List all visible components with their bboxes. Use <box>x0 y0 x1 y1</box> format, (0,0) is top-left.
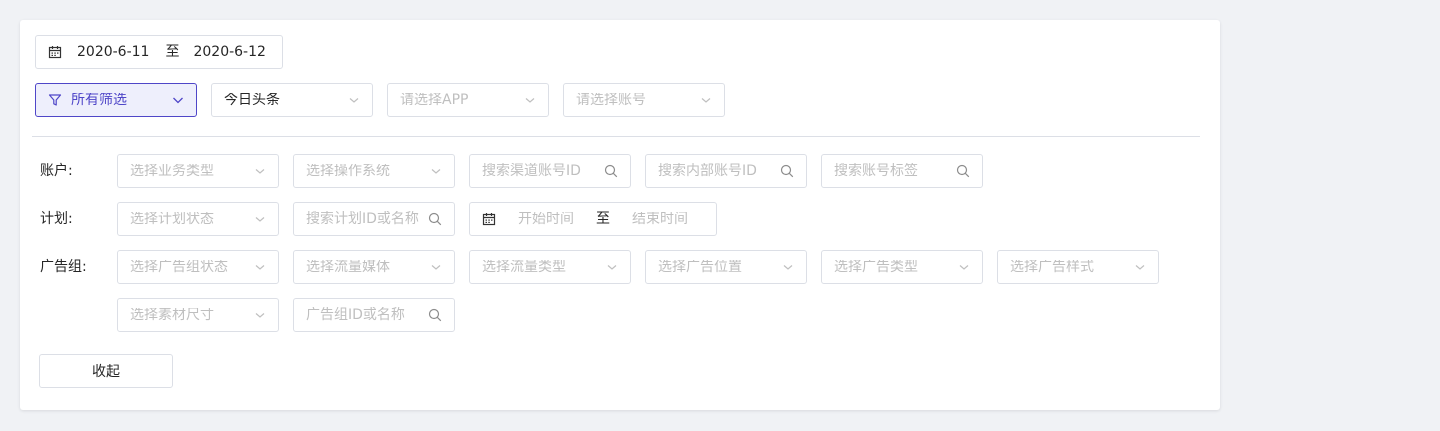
search-icon[interactable] <box>956 164 970 178</box>
ad-style-placeholder: 选择广告样式 <box>1010 260 1094 274</box>
date-range-picker[interactable]: 2020-6-11 至 2020-6-12 <box>35 35 283 69</box>
account-select[interactable]: 请选择账号 <box>563 83 725 117</box>
media-select[interactable]: 今日头条 <box>211 83 373 117</box>
os-select-placeholder: 选择操作系统 <box>306 164 390 178</box>
app-select[interactable]: 请选择APP <box>387 83 549 117</box>
chevron-down-icon <box>254 309 266 321</box>
chevron-down-icon <box>172 94 184 106</box>
date-separator: 至 <box>165 44 180 60</box>
search-icon[interactable] <box>780 164 794 178</box>
app-select-placeholder: 请选择APP <box>400 93 469 107</box>
chevron-down-icon <box>958 261 970 273</box>
material-size-select[interactable]: 选择素材尺寸 <box>117 298 279 332</box>
chevron-down-icon <box>700 94 712 106</box>
chevron-down-icon <box>1134 261 1146 273</box>
account-select-placeholder: 请选择账号 <box>576 93 646 107</box>
divider <box>32 136 1200 137</box>
adgroup-search[interactable] <box>293 298 455 332</box>
calendar-icon <box>482 212 496 226</box>
account-row-label: 账户: <box>40 163 73 179</box>
chevron-down-icon <box>430 165 442 177</box>
account-tag-search[interactable] <box>821 154 983 188</box>
plan-row-label: 计划: <box>40 211 73 227</box>
all-filters-button[interactable]: 所有筛选 <box>35 83 197 117</box>
chevron-down-icon <box>348 94 360 106</box>
business-type-select[interactable]: 选择业务类型 <box>117 154 279 188</box>
plan-search[interactable] <box>293 202 455 236</box>
internal-account-search[interactable] <box>645 154 807 188</box>
account-tag-search-input[interactable] <box>834 163 956 179</box>
chevron-down-icon <box>254 165 266 177</box>
adgroup-row-label: 广告组: <box>40 259 87 275</box>
chevron-down-icon <box>254 213 266 225</box>
search-icon[interactable] <box>428 308 442 322</box>
filter-panel: 2020-6-11 至 2020-6-12 所有筛选 今日头条 请选择APP 请… <box>20 20 1220 410</box>
business-type-placeholder: 选择业务类型 <box>130 164 214 178</box>
time-end-placeholder[interactable]: 结束时间 <box>632 212 688 226</box>
chevron-down-icon <box>606 261 618 273</box>
adgroup-status-select[interactable]: 选择广告组状态 <box>117 250 279 284</box>
os-select[interactable]: 选择操作系统 <box>293 154 455 188</box>
collapse-button[interactable]: 收起 <box>39 354 173 388</box>
media-select-value: 今日头条 <box>224 93 280 107</box>
ad-position-select[interactable]: 选择广告位置 <box>645 250 807 284</box>
chevron-down-icon <box>524 94 536 106</box>
date-end[interactable]: 2020-6-12 <box>193 45 265 59</box>
time-start-placeholder[interactable]: 开始时间 <box>518 212 574 226</box>
traffic-media-placeholder: 选择流量媒体 <box>306 260 390 274</box>
search-icon[interactable] <box>428 212 442 226</box>
plan-search-input[interactable] <box>306 211 428 227</box>
filter-icon <box>48 93 62 107</box>
traffic-type-select[interactable]: 选择流量类型 <box>469 250 631 284</box>
ad-style-select[interactable]: 选择广告样式 <box>997 250 1159 284</box>
all-filters-label: 所有筛选 <box>71 93 127 107</box>
plan-status-select[interactable]: 选择计划状态 <box>117 202 279 236</box>
time-separator: 至 <box>596 211 610 227</box>
plan-time-range-picker[interactable]: 开始时间 至 结束时间 <box>469 202 717 236</box>
search-icon[interactable] <box>604 164 618 178</box>
traffic-media-select[interactable]: 选择流量媒体 <box>293 250 455 284</box>
traffic-type-placeholder: 选择流量类型 <box>482 260 566 274</box>
plan-status-placeholder: 选择计划状态 <box>130 212 214 226</box>
date-start[interactable]: 2020-6-11 <box>77 45 149 59</box>
internal-account-search-input[interactable] <box>658 163 780 179</box>
adgroup-search-input[interactable] <box>306 307 428 323</box>
chevron-down-icon <box>782 261 794 273</box>
channel-account-search[interactable] <box>469 154 631 188</box>
channel-account-search-input[interactable] <box>482 163 604 179</box>
ad-type-select[interactable]: 选择广告类型 <box>821 250 983 284</box>
ad-position-placeholder: 选择广告位置 <box>658 260 742 274</box>
chevron-down-icon <box>254 261 266 273</box>
ad-type-placeholder: 选择广告类型 <box>834 260 918 274</box>
chevron-down-icon <box>430 261 442 273</box>
calendar-icon <box>48 45 62 59</box>
material-size-placeholder: 选择素材尺寸 <box>130 308 214 322</box>
adgroup-status-placeholder: 选择广告组状态 <box>130 260 228 274</box>
